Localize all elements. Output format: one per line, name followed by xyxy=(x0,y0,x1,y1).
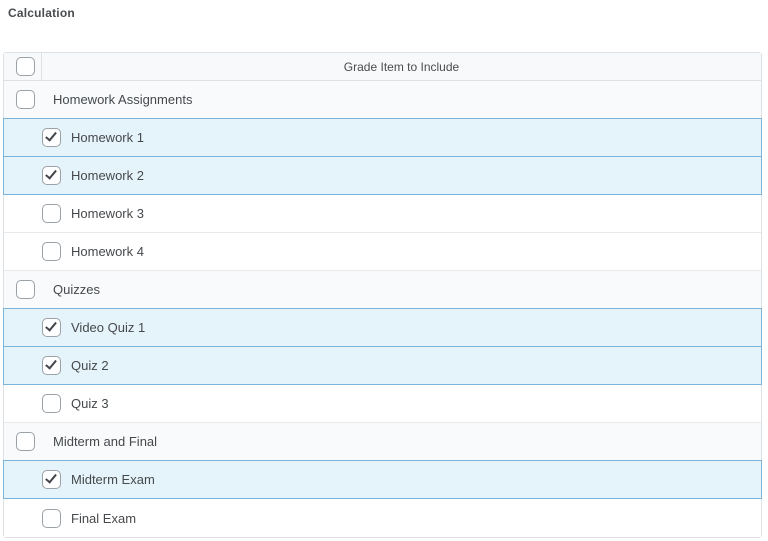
row-checkbox[interactable] xyxy=(42,242,61,261)
row-label: Homework 1 xyxy=(71,130,144,145)
table-row: Homework 3 xyxy=(4,195,761,233)
table-row: Homework 4 xyxy=(4,233,761,271)
table-row: Homework Assignments xyxy=(4,81,761,119)
table-header-label: Grade Item to Include xyxy=(42,53,761,80)
row-label: Homework 4 xyxy=(71,244,144,259)
row-checkbox[interactable] xyxy=(42,128,61,147)
row-checkbox[interactable] xyxy=(42,470,61,489)
row-checkbox[interactable] xyxy=(42,204,61,223)
table-row: Quiz 3 xyxy=(4,385,761,423)
table-body: Homework Assignments Homework 1 Homework… xyxy=(4,81,761,537)
row-label: Homework 2 xyxy=(71,168,144,183)
row-label: Midterm Exam xyxy=(71,472,155,487)
table-row: Homework 1 xyxy=(3,118,762,157)
table-header-row: Grade Item to Include xyxy=(4,53,761,81)
row-checkbox[interactable] xyxy=(42,166,61,185)
row-checkbox[interactable] xyxy=(16,432,35,451)
checkmark-icon xyxy=(45,129,57,141)
select-all-cell xyxy=(4,53,42,80)
row-checkbox[interactable] xyxy=(42,318,61,337)
row-checkbox[interactable] xyxy=(16,280,35,299)
checkmark-icon xyxy=(45,357,57,369)
row-checkbox[interactable] xyxy=(42,509,61,528)
row-label: Quizzes xyxy=(53,282,100,297)
page-title: Calculation xyxy=(8,6,75,20)
row-label: Homework 3 xyxy=(71,206,144,221)
calculation-page: Calculation Grade Item to Include Homewo… xyxy=(0,0,768,541)
table-row: Midterm Exam xyxy=(3,460,762,499)
table-row: Quizzes xyxy=(4,271,761,309)
row-checkbox[interactable] xyxy=(16,90,35,109)
row-label: Final Exam xyxy=(71,511,136,526)
select-all-checkbox[interactable] xyxy=(16,57,35,76)
table-row: Midterm and Final xyxy=(4,423,761,461)
row-checkbox[interactable] xyxy=(42,356,61,375)
checkmark-icon xyxy=(45,319,57,331)
row-checkbox[interactable] xyxy=(42,394,61,413)
row-label: Quiz 2 xyxy=(71,358,109,373)
table-row: Quiz 2 xyxy=(3,346,762,385)
checkmark-icon xyxy=(45,167,57,179)
row-label: Video Quiz 1 xyxy=(71,320,145,335)
row-label: Homework Assignments xyxy=(53,92,192,107)
row-label: Quiz 3 xyxy=(71,396,109,411)
table-row: Video Quiz 1 xyxy=(3,308,762,347)
row-label: Midterm and Final xyxy=(53,434,157,449)
checkmark-icon xyxy=(45,471,57,483)
table-row: Final Exam xyxy=(4,499,761,537)
grade-items-table: Grade Item to Include Homework Assignmen… xyxy=(3,52,762,538)
table-row: Homework 2 xyxy=(3,156,762,195)
